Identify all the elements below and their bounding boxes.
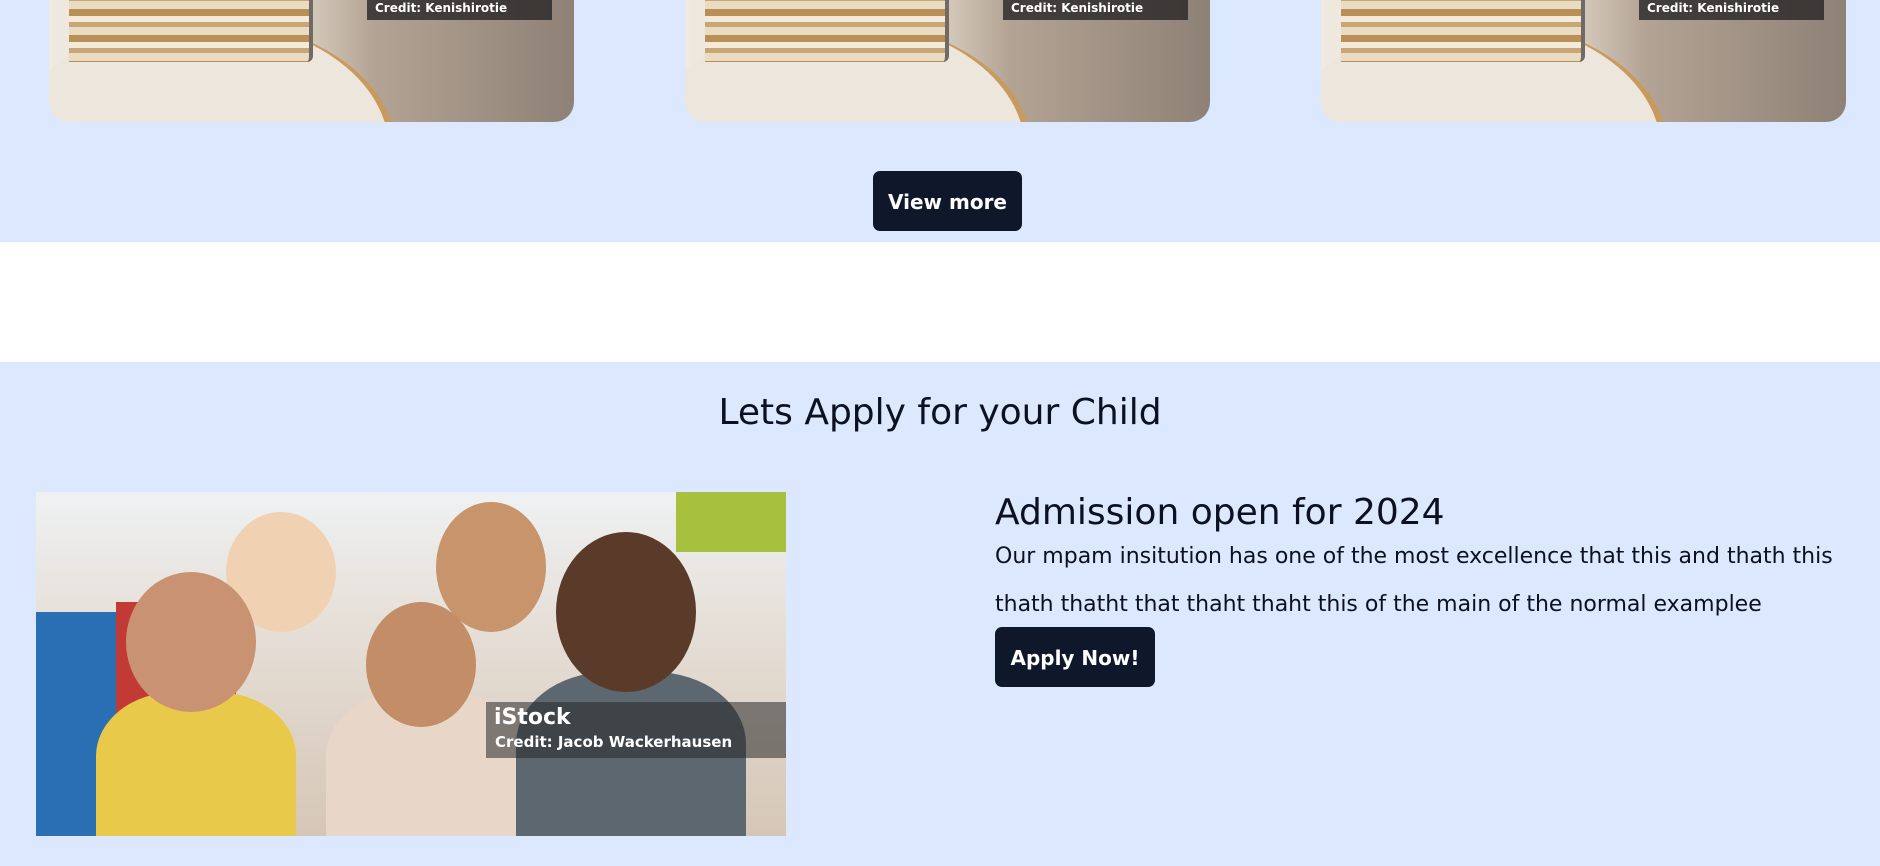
image-credit: Credit: Kenishirotie	[375, 1, 508, 15]
image-credit: Credit: Kenishirotie	[1011, 1, 1144, 15]
image-credit: Credit: Jacob Wackerhausen	[495, 733, 733, 751]
photo-bg-green	[676, 492, 786, 552]
gallery-card[interactable]: Credit: Kenishirotie	[685, 0, 1210, 122]
photo-figure	[96, 692, 296, 836]
card-image-books	[705, 0, 949, 62]
photo-figure	[366, 602, 476, 727]
children-photo: iStock Credit: Jacob Wackerhausen	[36, 492, 786, 836]
card-image-books	[69, 0, 313, 62]
apply-now-button[interactable]: Apply Now!	[995, 627, 1155, 687]
istock-logo: iStock	[494, 705, 571, 730]
image-credit: Credit: Kenishirotie	[1647, 1, 1780, 15]
gallery-card[interactable]: Credit: Kenishirotie	[1321, 0, 1846, 122]
view-more-button[interactable]: View more	[873, 171, 1022, 231]
gallery-card[interactable]: Credit: Kenishirotie	[49, 0, 574, 122]
photo-figure	[556, 532, 696, 692]
admission-heading: Admission open for 2024	[995, 492, 1445, 533]
section-title: Lets Apply for your Child	[718, 392, 1162, 433]
card-image-books	[1341, 0, 1585, 62]
gallery-section: Credit: Kenishirotie Credit: Kenishiroti…	[0, 0, 1880, 242]
admission-description: Our mpam insitution has one of the most …	[995, 544, 1833, 617]
photo-figure	[126, 572, 256, 712]
